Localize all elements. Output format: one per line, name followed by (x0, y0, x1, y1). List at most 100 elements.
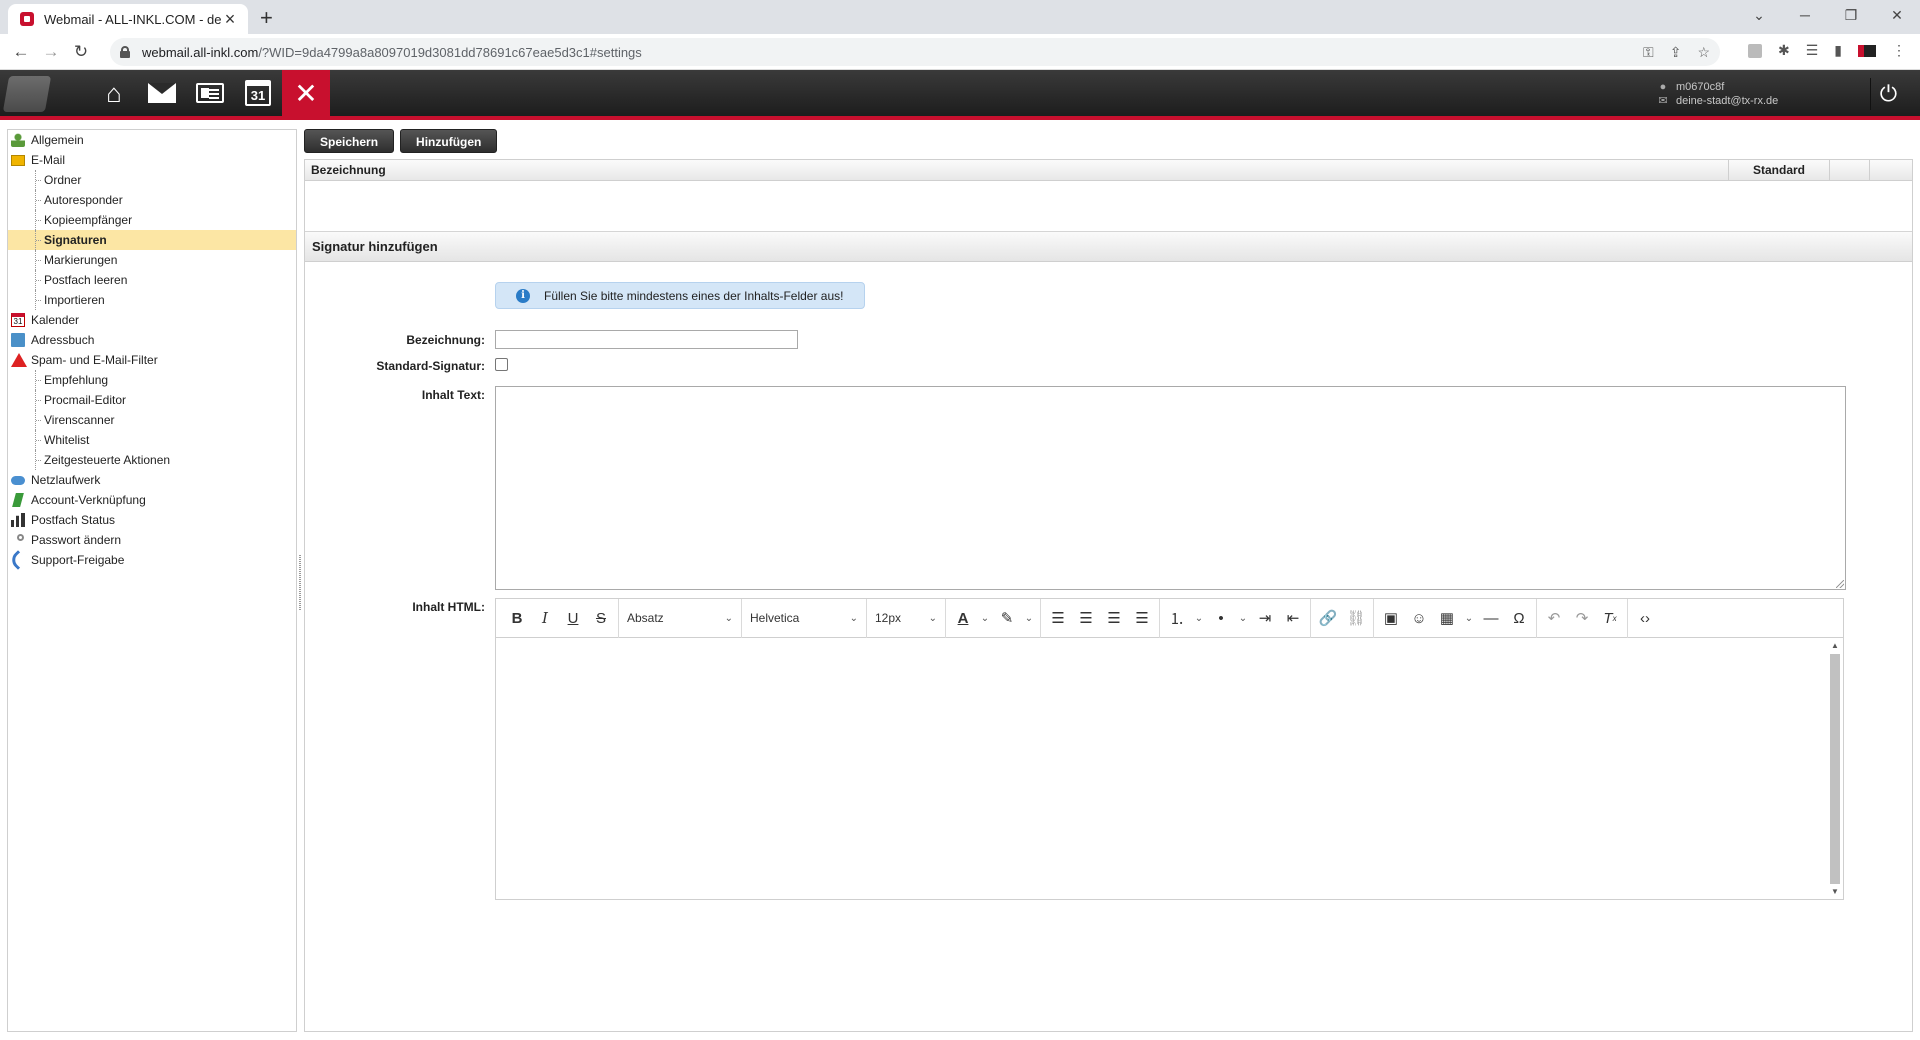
menu-icon[interactable]: ⋮ (1892, 42, 1906, 59)
sidebar-item-postfach-leeren[interactable]: Postfach leeren (8, 270, 296, 290)
sidebar-item-ordner[interactable]: Ordner (8, 170, 296, 190)
sidebar-item-kopieempfaenger[interactable]: Kopieempfänger (8, 210, 296, 230)
outdent-icon[interactable]: ⇤ (1279, 604, 1307, 632)
highlight-color-icon[interactable]: ✎ (993, 604, 1021, 632)
align-left-icon[interactable]: ☰ (1044, 604, 1072, 632)
chevron-down-icon[interactable]: ⌄ (1461, 604, 1477, 632)
clear-formatting-icon[interactable]: Tx (1596, 604, 1624, 632)
text-content-textarea[interactable] (495, 386, 1846, 590)
sidebar-item-account-verknuepfung[interactable]: Account-Verknüpfung (8, 490, 296, 510)
special-character-icon[interactable]: Ω (1505, 604, 1533, 632)
bookmark-star-icon[interactable]: ☆ (1697, 44, 1710, 61)
sidebar-item-spam-filter[interactable]: Spam- und E-Mail-Filter (8, 350, 296, 370)
horizontal-rule-icon[interactable]: — (1477, 604, 1505, 632)
nav-mail[interactable] (138, 70, 186, 116)
sidebar-item-email[interactable]: E-Mail (8, 150, 296, 170)
scroll-up-icon[interactable]: ▲ (1828, 640, 1842, 652)
image-icon[interactable]: ▣ (1377, 604, 1405, 632)
resize-handle[interactable] (1836, 580, 1844, 588)
sidebar-item-whitelist[interactable]: Whitelist (8, 430, 296, 450)
close-tab-icon[interactable]: × (222, 9, 238, 30)
sidebar-item-allgemein[interactable]: Allgemein (8, 130, 296, 150)
url-bar[interactable]: webmail.all-inkl.com/?WID=9da4799a8a8097… (110, 38, 1720, 66)
redo-icon[interactable]: ↷ (1568, 604, 1596, 632)
save-button[interactable]: Speichern (304, 129, 395, 153)
sidebar-item-virenscanner[interactable]: Virenscanner (8, 410, 296, 430)
column-header-standard[interactable]: Standard (1729, 160, 1830, 180)
lock-icon[interactable] (120, 46, 130, 58)
side-panel-icon[interactable]: ▮ (1834, 42, 1842, 59)
sidebar-item-postfach-status[interactable]: Postfach Status (8, 510, 296, 530)
source-code-icon[interactable]: ‹› (1631, 604, 1659, 632)
block-format-select[interactable]: Absatz ⌄ (619, 604, 741, 632)
app-logo[interactable] (2, 76, 52, 112)
scrollbar-thumb[interactable] (1830, 654, 1840, 884)
align-justify-icon[interactable]: ☰ (1128, 604, 1156, 632)
unlink-icon[interactable]: ⛓ (1342, 604, 1370, 632)
indent-icon[interactable]: ⇥ (1251, 604, 1279, 632)
underline-icon[interactable]: U (559, 604, 587, 632)
sidebar-item-netzlaufwerk[interactable]: Netzlaufwerk (8, 470, 296, 490)
numbered-list-icon[interactable]: ⒈ (1163, 604, 1191, 632)
nav-calendar[interactable]: 31 (234, 70, 282, 116)
new-tab-icon[interactable]: + (260, 5, 273, 31)
sidebar-item-zeitgesteuerte-aktionen[interactable]: Zeitgesteuerte Aktionen (8, 450, 296, 470)
italic-icon[interactable]: I (531, 604, 559, 632)
warning-icon (11, 353, 27, 367)
align-right-icon[interactable]: ☰ (1100, 604, 1128, 632)
link-icon[interactable]: 🔗 (1314, 604, 1342, 632)
sidebar-item-procmail-editor[interactable]: Procmail-Editor (8, 390, 296, 410)
text-color-icon[interactable]: A (949, 604, 977, 632)
sidebar-item-markierungen[interactable]: Markierungen (8, 250, 296, 270)
key-icon[interactable]: ⚿ (1643, 44, 1654, 61)
editor-scrollbar[interactable]: ▲ ▼ (1828, 640, 1842, 898)
signature-name-input[interactable] (495, 330, 798, 349)
add-button[interactable]: Hinzufügen (400, 129, 498, 153)
bullet-list-icon[interactable]: • (1207, 604, 1235, 632)
chevron-down-icon[interactable]: ⌄ (1235, 604, 1251, 632)
align-center-icon[interactable]: ☰ (1072, 604, 1100, 632)
logout-button[interactable]: ⏻ (1870, 78, 1906, 110)
editor-content-area[interactable]: ▲ ▼ (496, 638, 1843, 899)
sidebar-item-autoresponder[interactable]: Autoresponder (8, 190, 296, 210)
forward-icon[interactable]: → (36, 42, 66, 62)
column-header-name[interactable]: Bezeichnung (305, 160, 1729, 180)
emoji-icon[interactable]: ☺ (1405, 604, 1433, 632)
default-signature-checkbox[interactable] (495, 358, 508, 371)
puzzle-icon[interactable]: ✱ (1778, 42, 1790, 59)
sidebar-item-empfehlung[interactable]: Empfehlung (8, 370, 296, 390)
share-icon[interactable]: ⇪ (1670, 44, 1682, 61)
font-family-select[interactable]: Helvetica ⌄ (742, 604, 866, 632)
strikethrough-icon[interactable]: S (587, 604, 615, 632)
table-icon[interactable]: ▦ (1433, 604, 1461, 632)
bold-icon[interactable]: B (503, 604, 531, 632)
nav-home[interactable]: ⌂ (90, 70, 138, 116)
reload-icon[interactable]: ↻ (66, 42, 96, 62)
close-window-icon[interactable]: ✕ (1874, 0, 1920, 30)
profile-extension-icon[interactable] (1858, 44, 1876, 57)
nav-addressbook[interactable] (186, 70, 234, 116)
reading-list-icon[interactable]: ☰ (1806, 42, 1819, 59)
tab-search-icon[interactable]: ⌄ (1736, 0, 1782, 30)
chevron-down-icon[interactable]: ⌄ (977, 604, 993, 632)
content-area: Bezeichnung Standard Signatur hinzufügen… (304, 159, 1913, 1032)
sidebar-splitter[interactable] (299, 555, 301, 610)
sidebar-item-importieren[interactable]: Importieren (8, 290, 296, 310)
chevron-down-icon: ⌄ (724, 612, 733, 624)
sidebar-item-passwort-aendern[interactable]: Passwort ändern (8, 530, 296, 550)
sidebar-item-support-freigabe[interactable]: Support-Freigabe (8, 550, 296, 570)
sidebar-item-signaturen[interactable]: Signaturen (8, 230, 296, 250)
scroll-down-icon[interactable]: ▼ (1828, 886, 1842, 898)
extension-icon[interactable] (1747, 43, 1762, 58)
chevron-down-icon[interactable]: ⌄ (1021, 604, 1037, 632)
font-size-select[interactable]: 12px ⌄ (867, 604, 945, 632)
sidebar-item-kalender[interactable]: 31 Kalender (8, 310, 296, 330)
nav-settings[interactable]: ✕ (282, 70, 330, 116)
back-icon[interactable]: ← (6, 42, 36, 62)
chevron-down-icon[interactable]: ⌄ (1191, 604, 1207, 632)
restore-icon[interactable]: ❐ (1828, 0, 1874, 30)
undo-icon[interactable]: ↶ (1540, 604, 1568, 632)
minimize-icon[interactable]: ─ (1782, 0, 1828, 30)
browser-tab[interactable]: Webmail - ALL-INKL.COM - deine × (8, 4, 248, 34)
sidebar-item-adressbuch[interactable]: Adressbuch (8, 330, 296, 350)
